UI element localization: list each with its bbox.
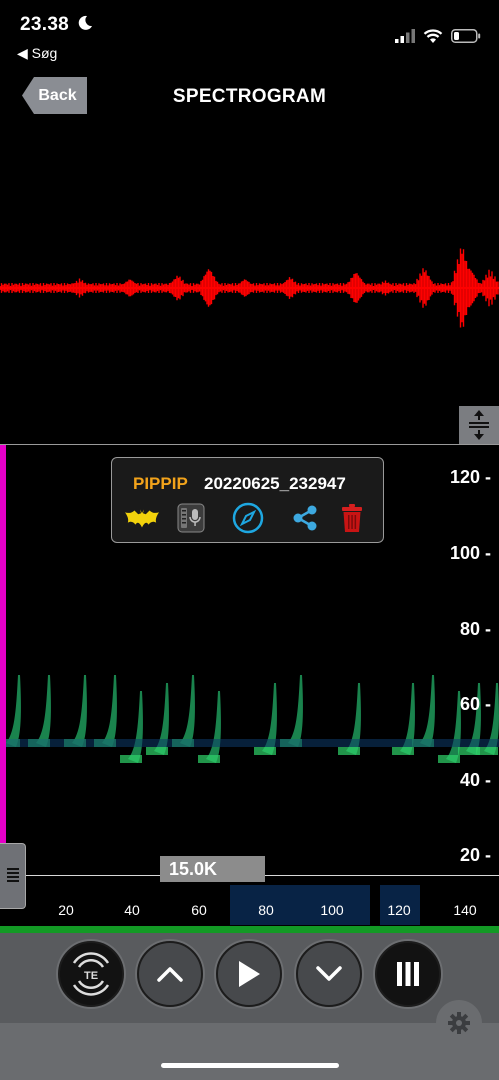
chevron-up-icon	[157, 967, 183, 982]
pause-bars-button[interactable]	[375, 941, 441, 1007]
y-tick-label: 120 -	[449, 467, 491, 487]
playback-position-marker[interactable]	[0, 445, 6, 845]
echolocation-call-tail	[476, 747, 498, 755]
voice-memo-icon[interactable]	[174, 502, 208, 534]
moon-icon	[78, 15, 92, 30]
y-tick-label: 60 -	[459, 694, 491, 714]
echolocation-call-tail	[198, 755, 220, 763]
y-tick-label: 100 -	[449, 543, 491, 563]
waveform	[0, 248, 499, 328]
x-tick-label: 120	[387, 902, 411, 918]
wifi-icon	[423, 28, 443, 43]
page-title: SPECTROGRAM	[172, 86, 327, 107]
x-tick-label: 40	[124, 902, 140, 918]
time-axis-bar	[0, 926, 499, 933]
scroll-down-button[interactable]	[296, 941, 362, 1007]
x-tick-label: 100	[320, 902, 344, 918]
chevron-down-icon	[316, 966, 342, 981]
te-mode-icon: TE	[72, 952, 110, 996]
x-tick-label: 140	[453, 902, 477, 918]
play-icon	[239, 961, 260, 987]
filename-label: 20220625_232947	[204, 474, 346, 493]
signal-icon	[395, 29, 415, 43]
echolocation-call-tail	[120, 755, 142, 763]
echolocation-call	[72, 675, 87, 747]
x-tick-label: 80	[258, 902, 274, 918]
share-icon[interactable]	[288, 502, 322, 534]
playback-controls: TE	[0, 933, 499, 1080]
grip-icon	[6, 868, 19, 882]
echolocation-call	[288, 675, 303, 747]
status-time: 23.38	[20, 14, 93, 36]
panel-resize-handle[interactable]	[459, 406, 499, 444]
svg-text:TE: TE	[84, 970, 98, 982]
bars-icon	[397, 962, 419, 986]
echolocation-call	[180, 675, 195, 747]
echolocation-call	[420, 675, 435, 747]
te-mode-button[interactable]: TE	[58, 941, 124, 1007]
x-tick-label: 20	[58, 902, 74, 918]
echolocation-call	[128, 691, 143, 763]
frequency-marker-label: 15.0K	[160, 856, 265, 882]
settings-button[interactable]	[436, 1000, 482, 1046]
trash-icon[interactable]	[335, 502, 369, 534]
y-tick-label: 80 -	[459, 619, 491, 639]
compass-icon[interactable]	[231, 502, 265, 534]
scroll-up-button[interactable]	[137, 941, 203, 1007]
bat-icon[interactable]	[125, 502, 159, 534]
resize-vertical-icon	[469, 410, 489, 440]
echolocation-call-tail	[392, 747, 414, 755]
echolocation-call	[36, 675, 51, 747]
echolocation-call	[6, 675, 21, 747]
echolocation-call-tail	[338, 747, 360, 755]
recording-info-box: PIPPIP 20220625_232947	[111, 457, 384, 543]
background-band	[0, 739, 499, 747]
frequency-marker-handle[interactable]	[0, 843, 26, 909]
echolocation-call	[206, 691, 221, 763]
species-label[interactable]: PIPPIP	[133, 474, 188, 494]
x-tick-label: 60	[191, 902, 207, 918]
echolocation-call	[102, 675, 117, 747]
gear-icon	[448, 1012, 470, 1034]
echolocation-call-tail	[146, 747, 168, 755]
y-tick-label: 20 -	[459, 845, 491, 865]
echolocation-call-tail	[438, 755, 460, 763]
play-button[interactable]	[216, 941, 282, 1007]
home-indicator	[161, 1063, 339, 1068]
status-back-to-app[interactable]: ◀ Søg	[17, 45, 57, 62]
status-indicators	[395, 26, 481, 46]
y-tick-label: 40 -	[459, 770, 491, 790]
battery-icon	[451, 29, 481, 43]
echolocation-call-tail	[254, 747, 276, 755]
